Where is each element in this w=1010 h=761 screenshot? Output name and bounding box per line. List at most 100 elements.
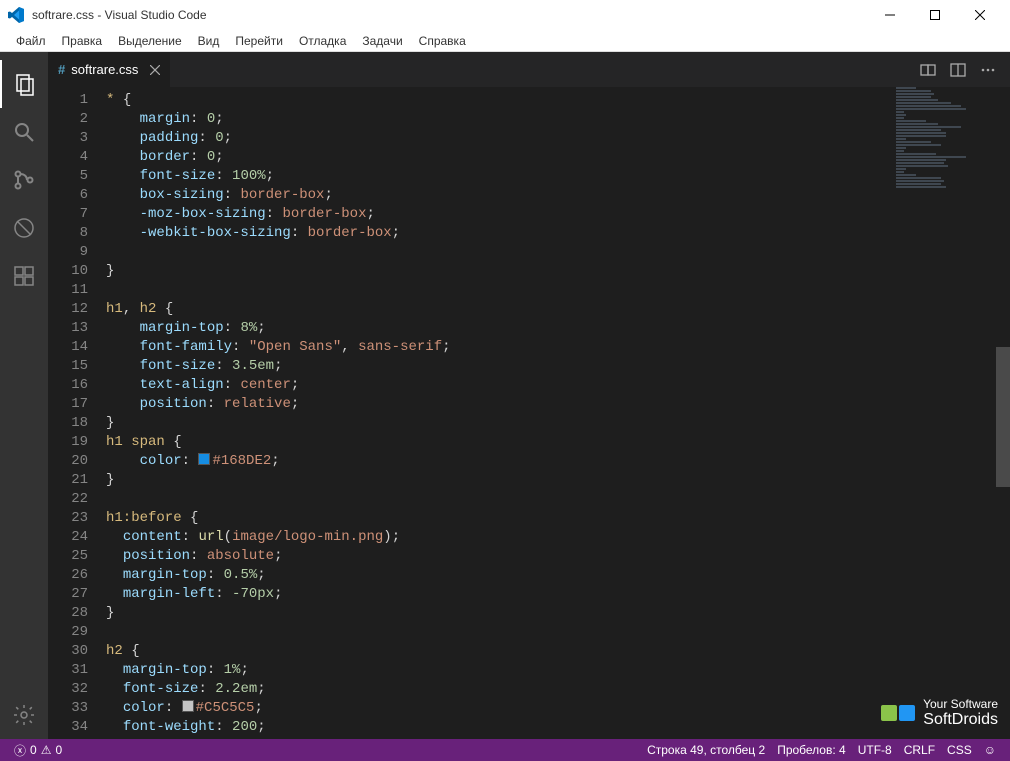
vscode-icon xyxy=(8,7,24,23)
activity-debug-icon[interactable] xyxy=(0,204,48,252)
tab-softrare-css[interactable]: # softrare.css xyxy=(48,52,170,87)
more-actions-icon[interactable] xyxy=(980,62,996,78)
line-number: 34 xyxy=(48,718,88,737)
status-errors[interactable]: ⓧ 0 ⚠ 0 xyxy=(8,742,68,759)
code-line[interactable]: box-sizing: border-box; xyxy=(106,186,1010,205)
menu-item-вид[interactable]: Вид xyxy=(190,32,228,50)
code-line[interactable]: font-size: 100%; xyxy=(106,167,1010,186)
activity-bar xyxy=(0,52,48,739)
close-button[interactable] xyxy=(957,0,1002,30)
status-spaces[interactable]: Пробелов: 4 xyxy=(771,743,852,757)
status-encoding[interactable]: UTF-8 xyxy=(852,743,898,757)
minimize-button[interactable] xyxy=(867,0,912,30)
code-content[interactable]: * { margin: 0; padding: 0; border: 0; fo… xyxy=(106,87,1010,739)
code-line[interactable] xyxy=(106,281,1010,300)
line-number: 6 xyxy=(48,186,88,205)
code-line[interactable]: color: #168DE2; xyxy=(106,452,1010,471)
code-line[interactable]: content: url(image/logo-min.png); xyxy=(106,528,1010,547)
code-line[interactable] xyxy=(106,490,1010,509)
code-line[interactable]: h1, h2 { xyxy=(106,300,1010,319)
line-number: 15 xyxy=(48,357,88,376)
code-line[interactable]: -webkit-box-sizing: border-box; xyxy=(106,224,1010,243)
line-number: 17 xyxy=(48,395,88,414)
code-line[interactable]: font-weight: 200; xyxy=(106,718,1010,737)
code-line[interactable]: * { xyxy=(106,91,1010,110)
line-number: 4 xyxy=(48,148,88,167)
menu-item-выделение[interactable]: Выделение xyxy=(110,32,190,50)
code-line[interactable]: font-size: 3.5em; xyxy=(106,357,1010,376)
line-number: 32 xyxy=(48,680,88,699)
code-line[interactable]: } xyxy=(106,471,1010,490)
menu-bar: ФайлПравкаВыделениеВидПерейтиОтладкаЗада… xyxy=(0,30,1010,52)
line-number: 7 xyxy=(48,205,88,224)
color-swatch-icon[interactable] xyxy=(198,453,210,465)
code-line[interactable]: margin: 0; xyxy=(106,110,1010,129)
line-number: 14 xyxy=(48,338,88,357)
menu-item-справка[interactable]: Справка xyxy=(411,32,474,50)
line-number: 13 xyxy=(48,319,88,338)
code-line[interactable]: padding: 0; xyxy=(106,129,1010,148)
activity-search-icon[interactable] xyxy=(0,108,48,156)
split-editor-icon[interactable] xyxy=(950,62,966,78)
code-line[interactable]: margin-top: 0.5%; xyxy=(106,566,1010,585)
code-line[interactable]: } xyxy=(106,262,1010,281)
activity-settings-icon[interactable] xyxy=(0,691,48,739)
code-line[interactable] xyxy=(106,243,1010,262)
code-line[interactable] xyxy=(106,623,1010,642)
code-line[interactable]: margin-top: 1%; xyxy=(106,661,1010,680)
activity-extensions-icon[interactable] xyxy=(0,252,48,300)
vertical-scrollbar[interactable] xyxy=(996,347,1010,487)
line-number: 25 xyxy=(48,547,88,566)
color-swatch-icon[interactable] xyxy=(182,700,194,712)
code-line[interactable]: h1:before { xyxy=(106,509,1010,528)
code-line[interactable]: border: 0; xyxy=(106,148,1010,167)
code-line[interactable]: } xyxy=(106,414,1010,433)
code-line[interactable]: font-family: "Open Sans", sans-serif; xyxy=(106,338,1010,357)
menu-item-перейти[interactable]: Перейти xyxy=(227,32,291,50)
line-number: 26 xyxy=(48,566,88,585)
line-number: 27 xyxy=(48,585,88,604)
code-line[interactable]: position: relative; xyxy=(106,395,1010,414)
line-number: 31 xyxy=(48,661,88,680)
code-editor[interactable]: 1234567891011121314151617181920212223242… xyxy=(48,87,1010,739)
line-number: 11 xyxy=(48,281,88,300)
maximize-button[interactable] xyxy=(912,0,957,30)
line-number: 30 xyxy=(48,642,88,661)
menu-item-задачи[interactable]: Задачи xyxy=(354,32,410,50)
activity-git-icon[interactable] xyxy=(0,156,48,204)
window-title: softrare.css - Visual Studio Code xyxy=(32,8,867,22)
activity-explorer-icon[interactable] xyxy=(0,60,48,108)
error-icon: ⓧ xyxy=(14,742,26,759)
menu-item-файл[interactable]: Файл xyxy=(8,32,54,50)
line-number-gutter: 1234567891011121314151617181920212223242… xyxy=(48,87,106,739)
code-line[interactable]: position: absolute; xyxy=(106,547,1010,566)
line-number: 16 xyxy=(48,376,88,395)
css-file-icon: # xyxy=(58,62,65,77)
line-number: 3 xyxy=(48,129,88,148)
tab-close-icon[interactable] xyxy=(150,65,160,75)
code-line[interactable]: text-align: center; xyxy=(106,376,1010,395)
line-number: 12 xyxy=(48,300,88,319)
code-line[interactable]: margin-left: -70px; xyxy=(106,585,1010,604)
line-number: 21 xyxy=(48,471,88,490)
code-line[interactable]: -moz-box-sizing: border-box; xyxy=(106,205,1010,224)
status-bar: ⓧ 0 ⚠ 0 Строка 49, столбец 2 Пробелов: 4… xyxy=(0,739,1010,761)
code-line[interactable]: } xyxy=(106,604,1010,623)
status-language[interactable]: CSS xyxy=(941,743,978,757)
line-number: 28 xyxy=(48,604,88,623)
menu-item-правка[interactable]: Правка xyxy=(54,32,111,50)
code-line[interactable]: color: #C5C5C5; xyxy=(106,699,1010,718)
status-cursor[interactable]: Строка 49, столбец 2 xyxy=(641,743,771,757)
line-number: 20 xyxy=(48,452,88,471)
menu-item-отладка[interactable]: Отладка xyxy=(291,32,354,50)
line-number: 22 xyxy=(48,490,88,509)
window-title-bar: softrare.css - Visual Studio Code xyxy=(0,0,1010,30)
code-line[interactable]: h1 span { xyxy=(106,433,1010,452)
code-line[interactable]: margin-top: 8%; xyxy=(106,319,1010,338)
code-line[interactable]: h2 { xyxy=(106,642,1010,661)
status-feedback-icon[interactable]: ☺ xyxy=(978,743,1002,757)
code-line[interactable]: font-size: 2.2em; xyxy=(106,680,1010,699)
line-number: 23 xyxy=(48,509,88,528)
status-eol[interactable]: CRLF xyxy=(898,743,941,757)
compare-icon[interactable] xyxy=(920,62,936,78)
